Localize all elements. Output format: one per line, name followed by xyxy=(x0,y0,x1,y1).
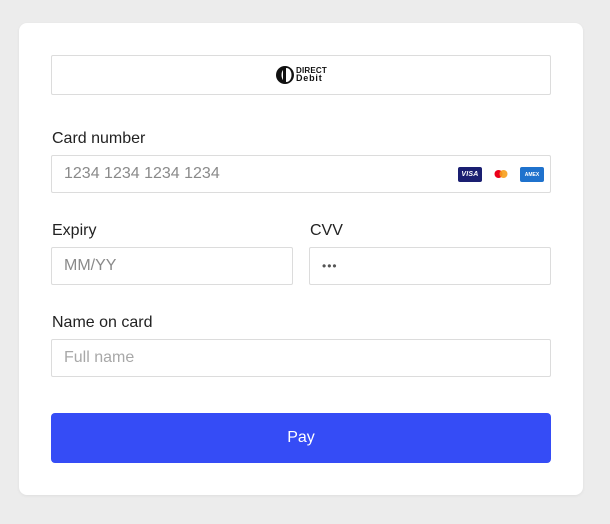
expiry-input[interactable]: MM/YY xyxy=(51,247,293,285)
direct-debit-icon xyxy=(276,66,294,84)
name-on-card-input[interactable]: Full name xyxy=(51,339,551,377)
amex-icon: AMEX xyxy=(520,167,544,182)
direct-debit-option[interactable]: DIRECT Debit xyxy=(51,55,551,95)
card-number-placeholder: 1234 1234 1234 1234 xyxy=(64,165,220,182)
card-number-label: Card number xyxy=(52,130,146,147)
cvv-label: CVV xyxy=(310,222,343,239)
payment-form: DIRECT Debit Card number 1234 1234 1234 … xyxy=(19,23,583,495)
name-on-card-placeholder: Full name xyxy=(64,349,135,366)
expiry-label: Expiry xyxy=(52,222,97,239)
expiry-placeholder: MM/YY xyxy=(64,257,117,274)
direct-debit-logo: DIRECT Debit xyxy=(275,65,327,85)
card-number-input[interactable]: 1234 1234 1234 1234 VISA AMEX xyxy=(51,155,551,193)
cvv-input[interactable]: ••• xyxy=(309,247,551,285)
card-brands: VISA AMEX xyxy=(458,167,544,182)
direct-debit-line2: Debit xyxy=(296,73,323,83)
mastercard-icon xyxy=(489,167,513,182)
visa-icon: VISA xyxy=(458,167,482,182)
name-on-card-label: Name on card xyxy=(52,314,153,331)
pay-button[interactable]: Pay xyxy=(51,413,551,463)
cvv-placeholder: ••• xyxy=(322,259,338,273)
